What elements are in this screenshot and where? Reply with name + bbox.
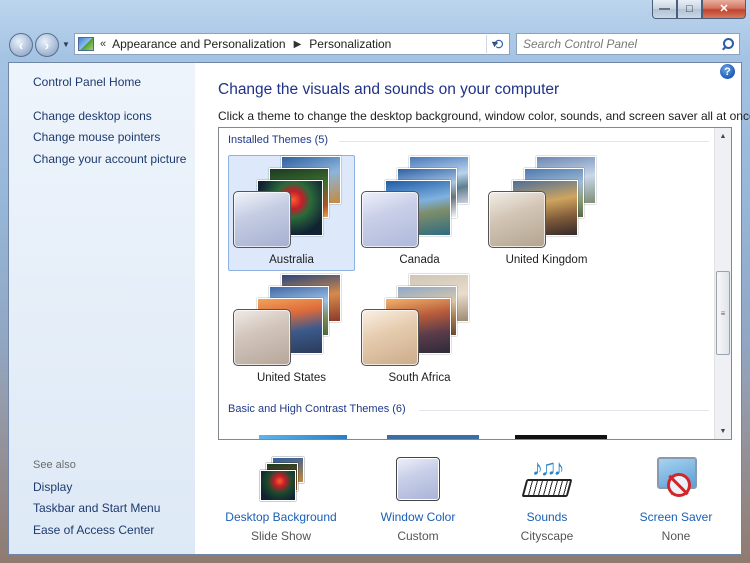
breadcrumb-appearance[interactable]: Appearance and Personalization	[112, 37, 285, 51]
desktop-background-option[interactable]: Desktop Background Slide Show	[221, 455, 341, 545]
theme-name: United States	[256, 372, 327, 384]
see-also-label: See also	[33, 459, 76, 471]
page-title: Change the visuals and sounds on your co…	[218, 81, 560, 98]
close-button[interactable]: ✕	[702, 0, 746, 19]
scroll-down-icon[interactable]: ▼	[715, 423, 731, 439]
theme-canada[interactable]: Canada	[356, 155, 483, 271]
sidebar-control-panel-home[interactable]: Control Panel Home	[33, 75, 141, 89]
scroll-thumb[interactable]: ≡	[716, 271, 730, 355]
main-panel: ? Change the visuals and sounds on your …	[195, 63, 750, 554]
breadcrumb-personalization[interactable]: Personalization	[309, 37, 391, 51]
group-divider	[419, 410, 709, 411]
sidebar-change-mouse-pointers[interactable]: Change mouse pointers	[33, 130, 160, 144]
themes-scrollbar[interactable]: ▲ ≡ ▼	[714, 128, 731, 439]
forward-arrow-icon: ›	[44, 37, 50, 53]
caption-buttons: — □ ✕	[652, 0, 746, 20]
themes-list[interactable]: Installed Themes (5) Australia Canada Un…	[218, 127, 732, 440]
search-placeholder: Search Control Panel	[523, 37, 638, 51]
theme-united-kingdom[interactable]: United Kingdom	[483, 155, 610, 271]
theme-name: South Africa	[388, 372, 451, 384]
sounds-value: Cityscape	[520, 529, 574, 543]
screen-saver-link[interactable]: Screen Saver	[616, 510, 736, 524]
refresh-button[interactable]: ⟲	[486, 35, 508, 53]
theme-glass-color-swatch	[233, 191, 291, 248]
search-input[interactable]: Search Control Panel	[516, 33, 740, 55]
minimize-button[interactable]: —	[652, 0, 677, 19]
theme-australia[interactable]: Australia	[228, 155, 355, 271]
search-icon[interactable]	[720, 37, 734, 51]
client-area: Control Panel Home Change desktop icons …	[8, 62, 750, 555]
help-icon[interactable]: ?	[720, 64, 735, 79]
group-divider	[339, 141, 709, 142]
address-overflow-chevron[interactable]: «	[100, 38, 106, 50]
window-color-option[interactable]: Window Color Custom	[358, 455, 478, 545]
screen-saver-option[interactable]: Screen Saver None	[616, 455, 736, 545]
sidebar-change-account-picture[interactable]: Change your account picture	[33, 152, 186, 166]
theme-united-states[interactable]: United States	[228, 273, 355, 389]
theme-glass-color-swatch	[233, 309, 291, 366]
recent-pages-dropdown[interactable]: ▼	[62, 40, 70, 49]
basic-theme-preview[interactable]	[259, 435, 347, 439]
sounds-icon: ♪♫♪	[521, 455, 573, 503]
theme-glass-color-swatch	[361, 309, 419, 366]
theme-south-africa[interactable]: South Africa	[356, 273, 483, 389]
sidebar-change-desktop-icons[interactable]: Change desktop icons	[33, 109, 152, 123]
sounds-link[interactable]: Sounds	[487, 510, 607, 524]
sounds-option[interactable]: ♪♫♪ Sounds Cityscape	[487, 455, 607, 545]
sidebar: Control Panel Home Change desktop icons …	[9, 63, 195, 554]
basic-themes-header[interactable]: Basic and High Contrast Themes (6)	[228, 403, 406, 415]
sidebar-taskbar-start-menu[interactable]: Taskbar and Start Menu	[33, 501, 160, 515]
theme-glass-color-swatch	[488, 191, 546, 248]
desktop-background-icon	[256, 455, 306, 503]
screen-saver-value: None	[661, 529, 691, 543]
desktop-background-link[interactable]: Desktop Background	[221, 510, 341, 524]
breadcrumb-arrow-icon[interactable]: ▶	[294, 39, 302, 50]
theme-name: United Kingdom	[505, 254, 588, 266]
sidebar-ease-of-access[interactable]: Ease of Access Center	[33, 523, 154, 537]
basic-theme-preview[interactable]	[387, 435, 479, 439]
back-button[interactable]: ‹	[9, 33, 33, 57]
theme-name: Australia	[269, 254, 314, 266]
sidebar-display[interactable]: Display	[33, 480, 72, 494]
scroll-up-icon[interactable]: ▲	[715, 128, 731, 144]
forward-button[interactable]: ›	[35, 33, 59, 57]
page-description: Click a theme to change the desktop back…	[218, 109, 750, 123]
installed-themes-header[interactable]: Installed Themes (5)	[228, 134, 328, 146]
maximize-button[interactable]: □	[677, 0, 702, 19]
basic-theme-preview[interactable]	[515, 435, 607, 439]
screen-saver-icon	[651, 455, 701, 503]
theme-name: Canada	[399, 254, 440, 266]
theme-glass-color-swatch	[361, 191, 419, 248]
window-color-link[interactable]: Window Color	[358, 510, 478, 524]
window-color-icon	[393, 455, 443, 503]
desktop-background-value: Slide Show	[250, 529, 312, 543]
control-panel-icon	[78, 37, 94, 51]
refresh-icon: ⟲	[491, 35, 504, 52]
window-color-value: Custom	[397, 529, 439, 543]
address-bar[interactable]: « Appearance and Personalization ▶ Perso…	[74, 33, 510, 55]
back-arrow-icon: ‹	[18, 37, 24, 53]
